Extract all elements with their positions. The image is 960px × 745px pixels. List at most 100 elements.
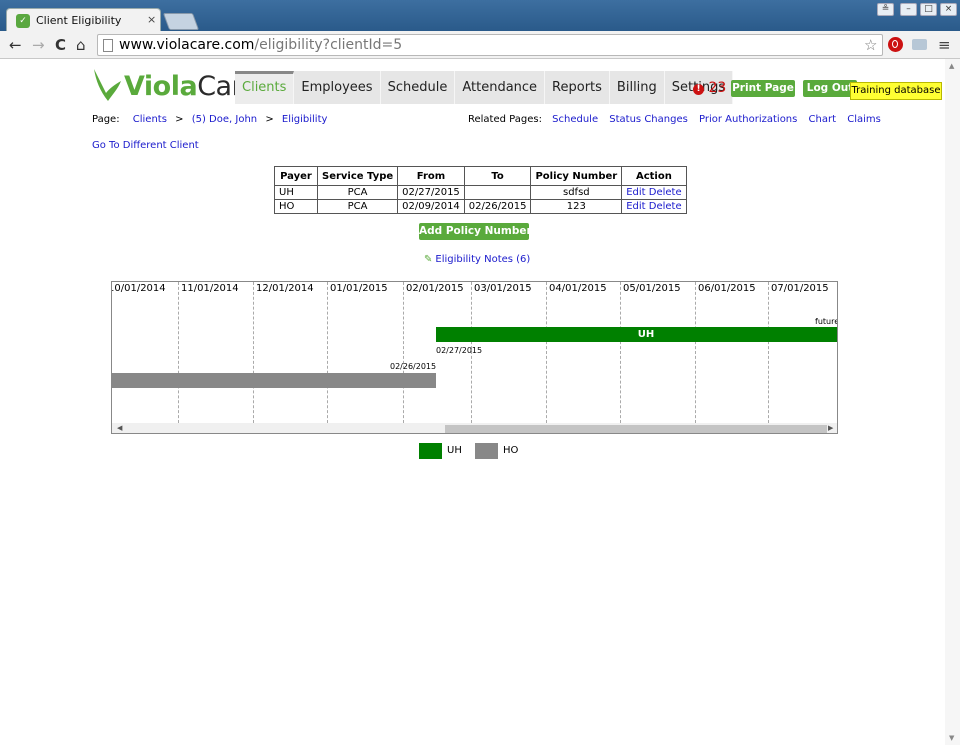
- go-to-different-client-link[interactable]: Go To Different Client: [92, 140, 199, 151]
- extension-icon[interactable]: [912, 39, 927, 50]
- cell-to: 02/26/2015: [463, 199, 532, 214]
- tick-line: [403, 282, 404, 423]
- header-to: To: [463, 166, 532, 186]
- breadcrumb: Page: Clients > (5) Doe, John > Eligibil…: [92, 114, 327, 125]
- related-schedule-link[interactable]: Schedule: [552, 114, 598, 125]
- add-policy-number-button[interactable]: Add Policy Number: [419, 223, 532, 240]
- cell-payer: HO: [274, 199, 318, 214]
- user-icon[interactable]: ≗: [877, 3, 894, 16]
- legend-swatch: [475, 443, 498, 459]
- alert-icon: !: [693, 84, 704, 95]
- breadcrumb-client[interactable]: (5) Doe, John: [192, 114, 257, 125]
- tick-label: 06/01/2015: [698, 283, 756, 294]
- tick-label: 11/01/2014: [181, 283, 239, 294]
- nav-attendance[interactable]: Attendance: [455, 71, 546, 104]
- uh-end-label: future: [815, 317, 838, 326]
- header-action: Action: [621, 166, 687, 186]
- breadcrumb-label: Page:: [92, 114, 120, 125]
- menu-icon[interactable]: ≡: [938, 35, 951, 55]
- forward-arrow-icon[interactable]: →: [32, 35, 45, 55]
- nav-billing[interactable]: Billing: [609, 71, 665, 104]
- policy-table: Payer Service Type From To Policy Number…: [274, 166, 687, 214]
- eligibility-notes-text: Eligibility Notes (6): [435, 254, 531, 265]
- edit-link[interactable]: Edit: [626, 187, 645, 198]
- tab-close-icon[interactable]: ×: [147, 13, 156, 26]
- ho-eligibility-bar[interactable]: [112, 373, 436, 388]
- url-text[interactable]: www.violacare.com/eligibility?clientId=5: [119, 36, 402, 55]
- cell-from: 02/09/2014: [397, 199, 465, 214]
- url-path: /eligibility?clientId=5: [254, 37, 403, 53]
- opera-extension-icon[interactable]: [888, 37, 903, 52]
- log-out-button[interactable]: Log Out: [803, 80, 857, 97]
- uh-eligibility-bar[interactable]: UH: [436, 327, 837, 342]
- tick-label: 10/01/2014: [111, 283, 166, 294]
- breadcrumb-separator: >: [265, 114, 274, 125]
- minimize-icon[interactable]: –: [900, 3, 917, 16]
- related-pages-label: Related Pages:: [468, 114, 542, 125]
- address-bar[interactable]: www.violacare.com/eligibility?clientId=5…: [97, 34, 883, 56]
- cell-payer: UH: [274, 185, 318, 200]
- scroll-up-arrow-icon[interactable]: ▲: [949, 62, 954, 70]
- tick-label: 12/01/2014: [256, 283, 314, 294]
- tick-label: 02/01/2015: [406, 283, 464, 294]
- scrollbar-thumb[interactable]: [445, 425, 827, 433]
- header-service-type: Service Type: [316, 166, 399, 186]
- delete-link[interactable]: Delete: [649, 201, 682, 212]
- reload-icon[interactable]: C: [55, 35, 66, 55]
- tick-label: 03/01/2015: [474, 283, 532, 294]
- cell-action: Edit Delete: [621, 185, 687, 200]
- print-page-button[interactable]: Print Page: [731, 80, 795, 97]
- uh-start-label: 02/27/2015: [436, 346, 483, 355]
- cell-from: 02/27/2015: [397, 185, 465, 200]
- cell-policy-number: sdfsd: [530, 185, 623, 200]
- header-payer: Payer: [274, 166, 318, 186]
- page-vertical-scrollbar[interactable]: ▲ ▼: [945, 59, 960, 745]
- tab-title: Client Eligibility: [36, 14, 122, 27]
- cell-to: [463, 185, 532, 200]
- bookmark-star-icon[interactable]: ☆: [864, 35, 877, 55]
- legend-label: UH: [447, 445, 462, 456]
- alert-counter[interactable]: ! 23: [693, 80, 726, 96]
- maximize-icon[interactable]: □: [920, 3, 937, 16]
- cell-policy-number: 123: [530, 199, 623, 214]
- table-header-row: Payer Service Type From To Policy Number…: [274, 166, 687, 186]
- violacare-favicon-icon: ✓: [16, 14, 30, 28]
- scroll-down-arrow-icon[interactable]: ▼: [949, 734, 954, 742]
- browser-toolbar: ← → C ⌂ www.violacare.com/eligibility?cl…: [0, 31, 960, 59]
- back-arrow-icon[interactable]: ←: [9, 35, 22, 55]
- close-window-icon[interactable]: ×: [940, 3, 957, 16]
- scroll-left-arrow-icon[interactable]: ◀: [117, 423, 122, 433]
- ho-end-label: 02/26/2015: [390, 362, 437, 371]
- scroll-right-arrow-icon[interactable]: ▶: [828, 423, 833, 433]
- legend-swatch: [419, 443, 442, 459]
- tick-label: 04/01/2015: [549, 283, 607, 294]
- delete-link[interactable]: Delete: [649, 187, 682, 198]
- related-status-changes-link[interactable]: Status Changes: [609, 114, 688, 125]
- legend-label: HO: [503, 445, 519, 456]
- header-policy-number: Policy Number: [530, 166, 623, 186]
- table-row: HO PCA 02/09/2014 02/26/2015 123 Edit De…: [274, 199, 687, 214]
- related-claims-link[interactable]: Claims: [847, 114, 881, 125]
- cell-service-type: PCA: [316, 199, 399, 214]
- tick-label: 05/01/2015: [623, 283, 681, 294]
- nav-employees[interactable]: Employees: [294, 71, 381, 104]
- nav-clients[interactable]: Clients: [235, 71, 295, 104]
- nav-schedule[interactable]: Schedule: [380, 71, 456, 104]
- violacare-logo[interactable]: ViolaCare: [92, 67, 258, 109]
- breadcrumb-clients[interactable]: Clients: [133, 114, 167, 125]
- new-tab-button[interactable]: [162, 13, 200, 30]
- related-prior-authorizations-link[interactable]: Prior Authorizations: [699, 114, 797, 125]
- browser-titlebar: ✓ Client Eligibility × ≗ – □ ×: [0, 0, 960, 32]
- related-chart-link[interactable]: Chart: [809, 114, 836, 125]
- eligibility-timeline[interactable]: 10/01/2014 11/01/2014 12/01/2014 01/01/2…: [111, 281, 838, 434]
- timeline-horizontal-scrollbar[interactable]: ◀ ▶: [112, 423, 837, 433]
- breadcrumb-eligibility[interactable]: Eligibility: [282, 114, 328, 125]
- tick-line: [695, 282, 696, 423]
- home-icon[interactable]: ⌂: [76, 35, 86, 55]
- browser-tab[interactable]: ✓ Client Eligibility ×: [6, 8, 161, 32]
- nav-reports[interactable]: Reports: [545, 71, 610, 104]
- edit-link[interactable]: Edit: [626, 201, 645, 212]
- tick-label: 01/01/2015: [330, 283, 388, 294]
- tick-line: [253, 282, 254, 423]
- eligibility-notes-link[interactable]: ✎ Eligibility Notes (6): [424, 254, 530, 265]
